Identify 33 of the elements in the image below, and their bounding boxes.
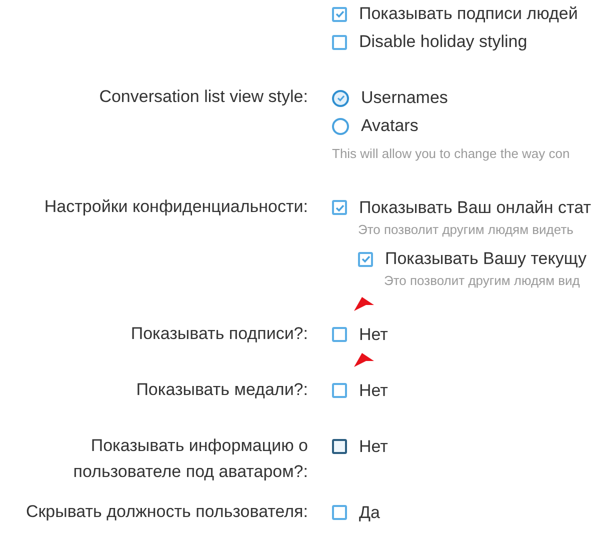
hint-text: This will allow you to change the way con [332,145,571,163]
option-label: Usernames [361,87,448,110]
checkbox[interactable] [332,327,347,342]
checkbox[interactable] [332,200,347,215]
checkbox[interactable] [358,252,373,266]
field-label: Показывать информацию о пользователе под аватаром?: [72,434,308,482]
check-icon [334,9,344,19]
check-icon [360,254,370,264]
option-label: Показывать Вашу текущу [385,248,587,270]
field-label: Показывать подписи?: [130,322,308,344]
checkbox[interactable] [332,439,347,454]
check-icon [336,93,346,103]
hint-text: Это позволит другим людям видеть [358,220,574,239]
option-label: Нет [359,324,388,346]
checkbox[interactable] [332,383,347,398]
option-label: Нет [359,380,388,402]
checkbox[interactable] [332,505,347,520]
checkbox[interactable] [332,34,347,50]
field-label: Conversation list view style: [98,86,308,108]
hint-text: Это позволит другим людям вид [384,272,581,290]
checkbox[interactable] [332,6,347,22]
option-label: Disable holiday styling [359,31,528,54]
radio[interactable] [332,118,349,134]
radio-selected[interactable] [332,90,349,106]
field-label: Показывать медали?: [135,378,308,400]
option-label: Avatars [361,115,418,138]
check-icon [334,202,344,212]
field-label: Скрывать должность пользователя: [24,500,308,522]
option-label: Да [359,502,380,524]
option-label: Показывать подписи людей [359,3,578,26]
option-label: Показывать Ваш онлайн стат [359,196,591,219]
field-label: Настройки конфиденциальности: [43,196,308,218]
option-label: Нет [359,436,388,458]
